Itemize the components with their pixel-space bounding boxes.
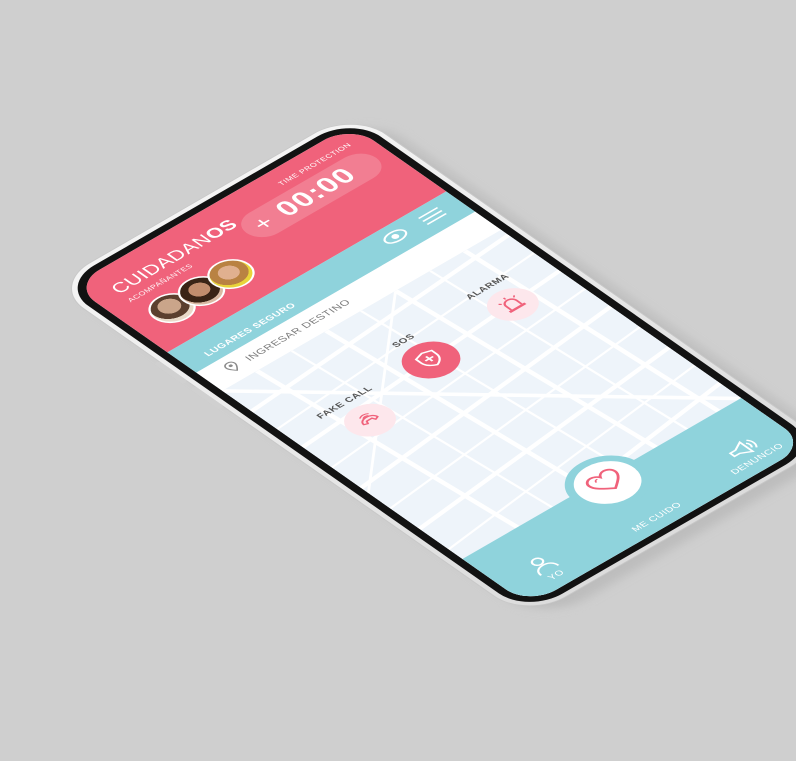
timer-value: 00:00 — [268, 163, 364, 222]
companion-avatars — [138, 252, 265, 330]
location-pin-icon — [221, 359, 247, 376]
timer-add-button[interactable]: + — [246, 210, 283, 235]
phone-call-icon — [350, 407, 390, 433]
heart-icon — [580, 465, 635, 500]
mockup-stage: CUIDADANOS ACOMPAÑANTES TIME PROTECTION … — [0, 0, 796, 761]
shield-plus-icon — [409, 346, 452, 374]
phone-device: CUIDADANOS ACOMPAÑANTES TIME PROTECTION … — [49, 110, 796, 623]
siren-icon — [493, 292, 533, 318]
